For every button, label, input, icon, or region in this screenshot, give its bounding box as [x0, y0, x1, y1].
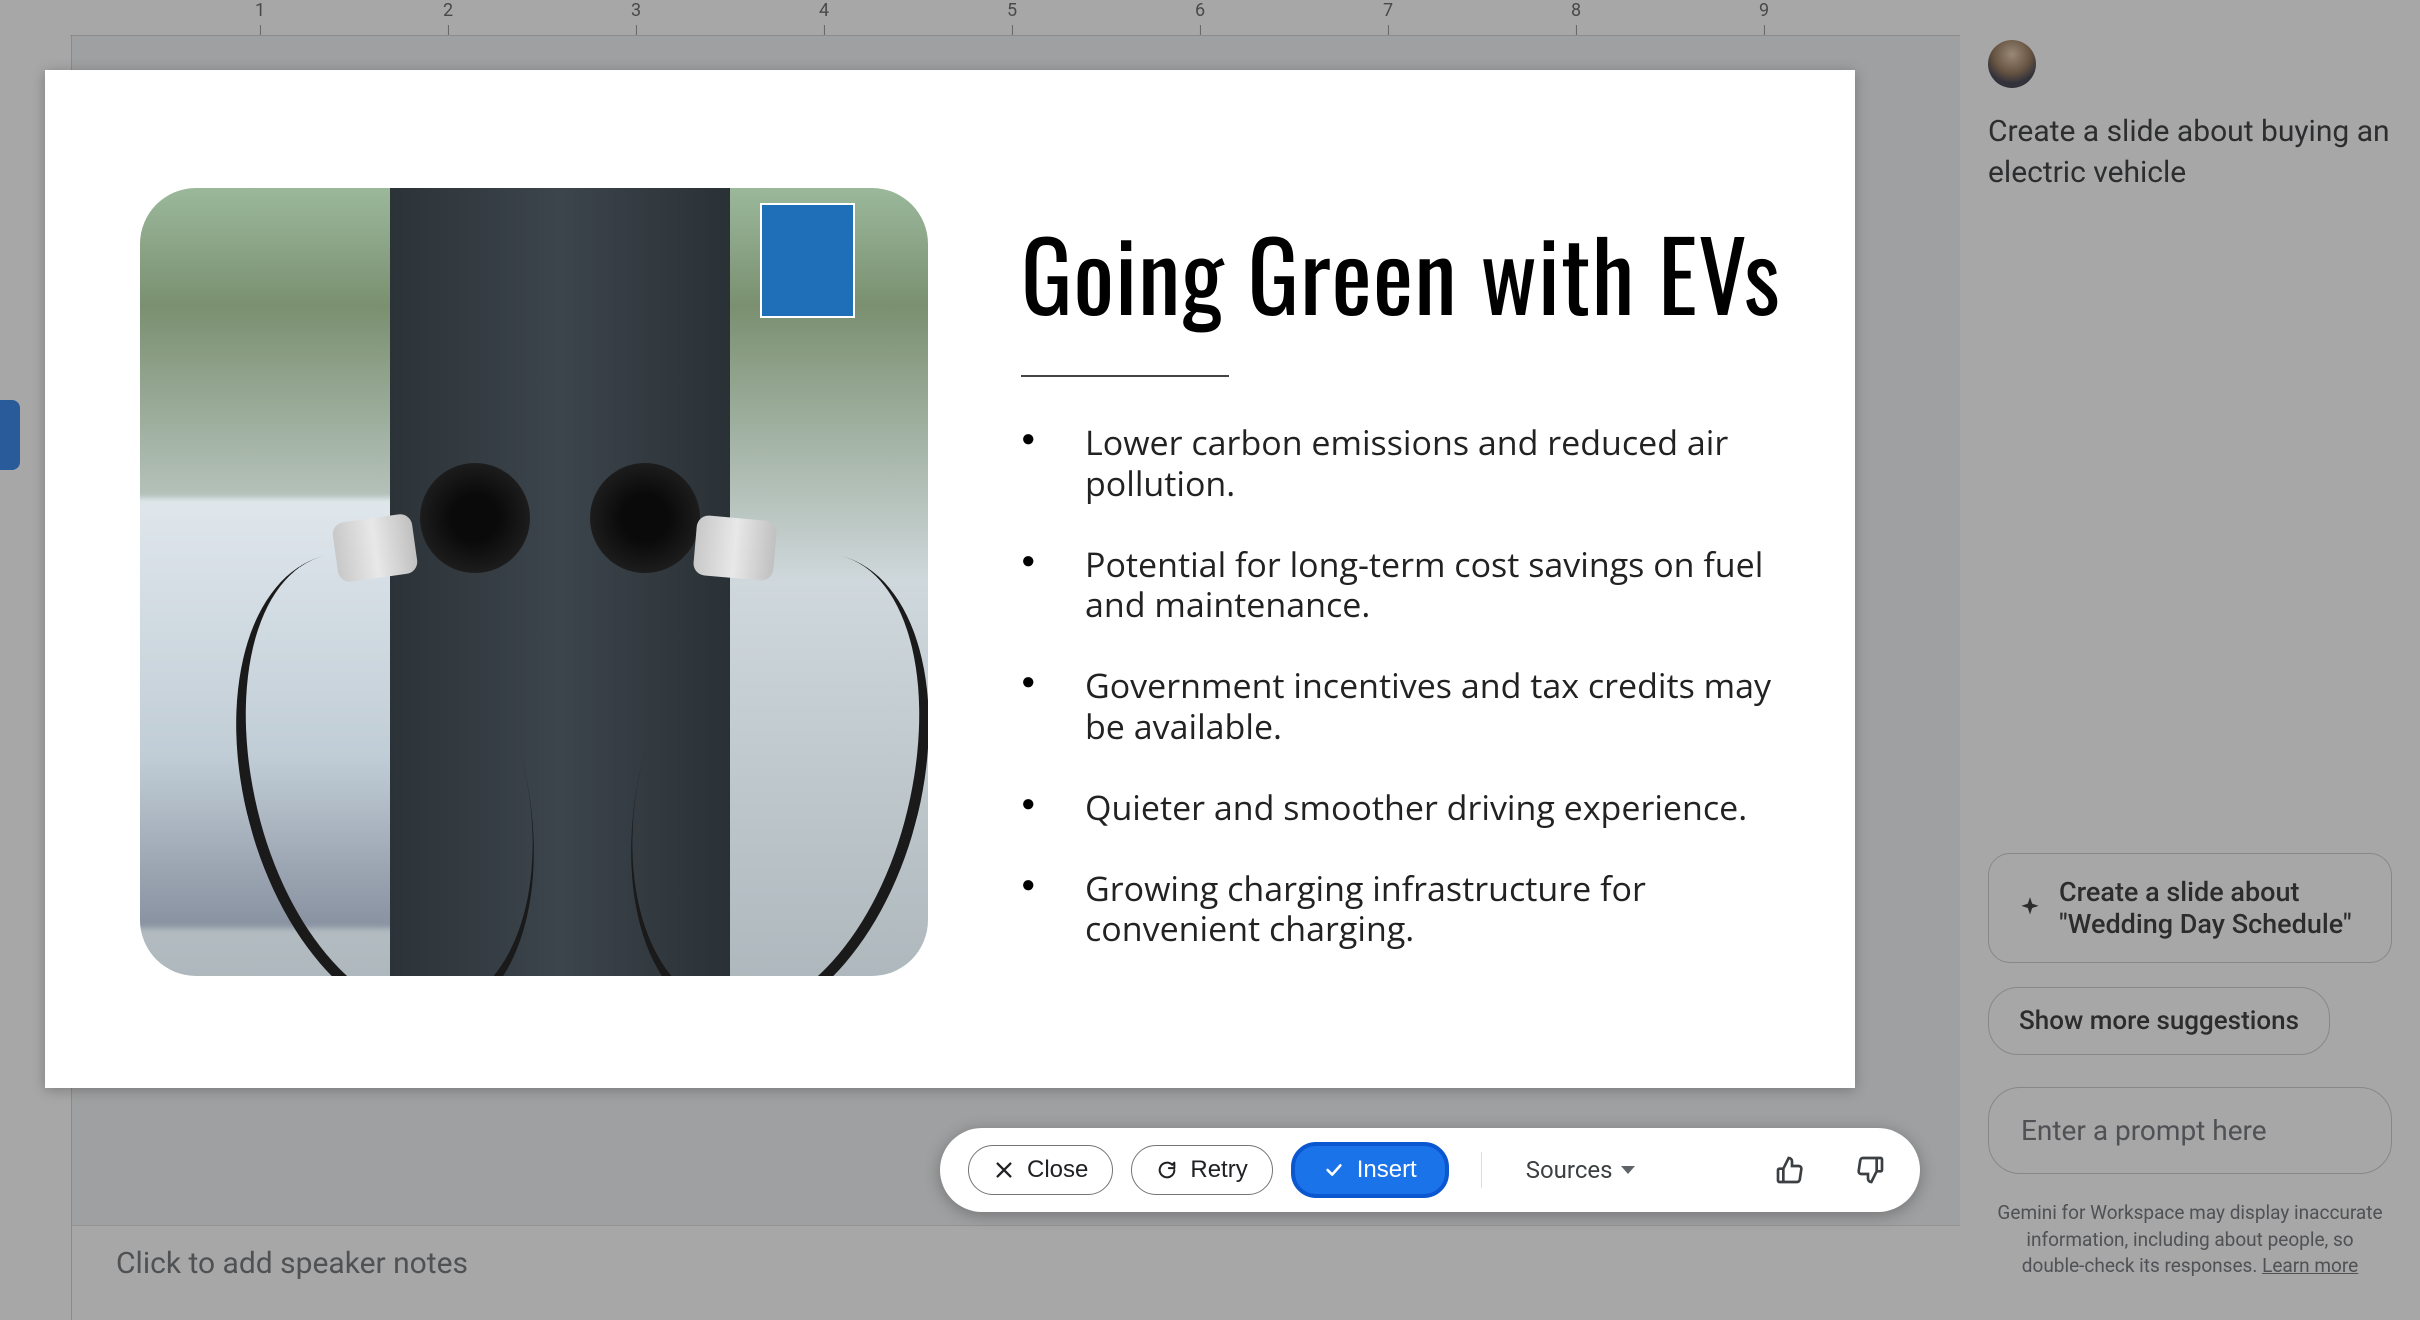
sparkle-icon — [2017, 895, 2043, 921]
show-more-suggestions-button[interactable]: Show more suggestions — [1988, 987, 2330, 1055]
insert-label: Insert — [1357, 1156, 1417, 1184]
bullet-item: Government incentives and tax credits ma… — [1021, 665, 1791, 747]
thumbs-up-icon — [1774, 1154, 1806, 1186]
speaker-notes-placeholder: Click to add speaker notes — [116, 1246, 468, 1281]
bullet-item: Lower carbon emissions and reduced air p… — [1021, 422, 1791, 504]
prompt-input[interactable]: Enter a prompt here — [1988, 1087, 2392, 1174]
ruler-h-tick: 1 — [255, 0, 265, 35]
ruler-h-tick: 5 — [1007, 0, 1017, 35]
thumbnail-selection-indicator — [0, 400, 20, 470]
divider — [1481, 1152, 1482, 1188]
close-label: Close — [1027, 1156, 1088, 1184]
slide-bullets: Lower carbon emissions and reduced air p… — [1021, 422, 1791, 989]
suggestion-chip[interactable]: Create a slide about "Wedding Day Schedu… — [1988, 853, 2392, 963]
sources-label: Sources — [1526, 1156, 1613, 1184]
retry-icon — [1156, 1159, 1178, 1181]
bullet-item: Growing charging infrastructure for conv… — [1021, 868, 1791, 950]
bullet-item: Potential for long-term cost savings on … — [1021, 544, 1791, 626]
ruler-h-tick: 9 — [1759, 0, 1769, 35]
ruler-h-tick: 2 — [443, 0, 453, 35]
prompt-placeholder: Enter a prompt here — [2021, 1114, 2267, 1147]
gemini-side-panel: Create a slide about buying an electric … — [1960, 0, 2420, 1320]
slide-action-bar: Close Retry Insert Sources — [940, 1128, 1920, 1212]
title-underline — [1021, 375, 1229, 377]
close-icon — [993, 1159, 1015, 1181]
retry-label: Retry — [1190, 1156, 1247, 1184]
disclaimer-text: Gemini for Workspace may display inaccur… — [1988, 1200, 2392, 1280]
learn-more-link[interactable]: Learn more — [2262, 1254, 2358, 1277]
retry-button[interactable]: Retry — [1131, 1145, 1272, 1195]
ruler-h-tick: 8 — [1571, 0, 1581, 35]
show-more-label: Show more suggestions — [2019, 1006, 2299, 1036]
bullet-item: Quieter and smoother driving experience. — [1021, 787, 1791, 828]
generated-slide-preview: Going Green with EVs Lower carbon emissi… — [45, 70, 1855, 1088]
slide-title: Going Green with EVs — [1021, 200, 1781, 343]
slide-image — [140, 188, 928, 976]
check-icon — [1323, 1159, 1345, 1181]
user-avatar — [1988, 40, 2036, 88]
thumbs-up-button[interactable] — [1768, 1148, 1812, 1192]
ruler-h-tick: 4 — [819, 0, 829, 35]
ruler-h-tick: 3 — [631, 0, 641, 35]
ruler-h-tick: 7 — [1383, 0, 1393, 35]
ruler-h-tick: 6 — [1195, 0, 1205, 35]
sources-dropdown[interactable]: Sources — [1514, 1148, 1647, 1192]
close-button[interactable]: Close — [968, 1145, 1113, 1195]
user-prompt-text: Create a slide about buying an electric … — [1988, 112, 2392, 193]
dropdown-triangle-icon — [1621, 1166, 1635, 1174]
suggestion-label: Create a slide about "Wedding Day Schedu… — [2059, 876, 2363, 940]
thumbs-down-icon — [1854, 1154, 1886, 1186]
insert-button[interactable]: Insert — [1291, 1142, 1449, 1198]
thumbs-down-button[interactable] — [1848, 1148, 1892, 1192]
